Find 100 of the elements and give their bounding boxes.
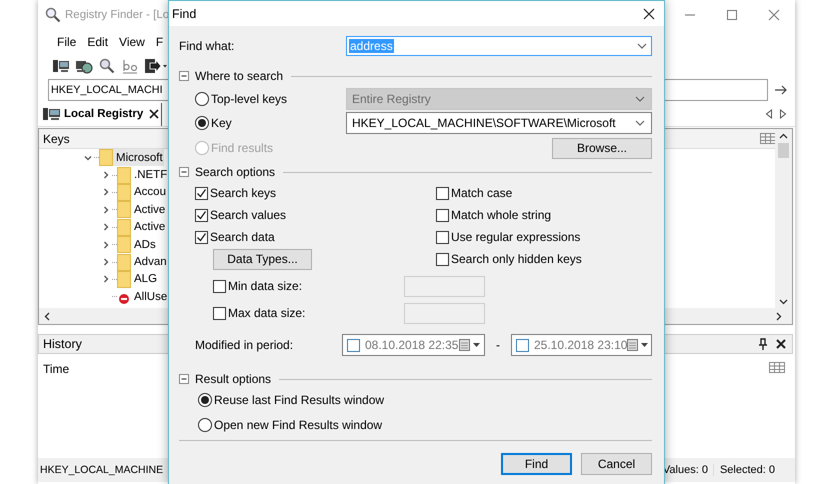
folder-icon — [117, 184, 131, 201]
scrollbar-thumb[interactable] — [778, 143, 789, 158]
tree-item[interactable]: Accou — [117, 184, 167, 201]
computer-icon — [43, 107, 61, 121]
menu-item[interactable]: View — [119, 34, 145, 48]
checkbox-label[interactable]: Search data — [210, 230, 275, 244]
field-label: Modified in period: — [195, 338, 294, 352]
folder-icon — [117, 201, 131, 218]
checkbox[interactable] — [195, 230, 208, 244]
folder-icon — [99, 149, 113, 166]
chevron-left-icon[interactable] — [44, 312, 50, 320]
menu-item[interactable]: F — [156, 34, 164, 48]
browse-button[interactable]: Browse... — [552, 138, 652, 158]
grid-icon[interactable] — [769, 362, 785, 373]
collapse-icon[interactable] — [179, 71, 189, 81]
checkbox[interactable] — [516, 338, 529, 352]
radio-label[interactable]: Top-level keys — [211, 92, 288, 106]
checkbox[interactable] — [213, 280, 226, 292]
folder-icon — [117, 254, 131, 271]
export-icon[interactable] — [144, 58, 168, 74]
checkbox[interactable] — [195, 186, 208, 200]
tree-item[interactable]: Active — [117, 201, 166, 218]
scroll-right-icon[interactable] — [779, 109, 787, 119]
chevron-down-icon[interactable] — [635, 120, 645, 126]
close-icon[interactable] — [149, 109, 160, 119]
panel-title: History — [43, 337, 82, 351]
section-title: Search options — [195, 165, 276, 179]
folder-icon — [117, 218, 131, 236]
tree-item[interactable]: .NETF — [117, 166, 168, 184]
tab[interactable]: Local Registry — [38, 102, 162, 126]
checkbox[interactable] — [436, 208, 449, 222]
radio-button[interactable] — [195, 116, 209, 130]
close-icon[interactable] — [643, 8, 655, 20]
collapse-icon[interactable] — [179, 167, 189, 177]
values-count: Values: 0 — [662, 464, 708, 476]
folder-icon — [117, 270, 131, 288]
search-icon — [45, 7, 61, 23]
date-picker[interactable]: 25.10.2018 23:10 — [511, 334, 652, 356]
arrow-right-icon[interactable] — [774, 84, 788, 96]
tree-item[interactable]: AllUse — [117, 288, 168, 306]
input-field[interactable] — [404, 302, 485, 324]
search-icon[interactable] — [98, 58, 116, 74]
radio-label[interactable]: Key — [211, 116, 232, 130]
tree-item[interactable]: ALG — [117, 270, 158, 288]
maximize-icon[interactable] — [726, 9, 738, 21]
collapse-icon[interactable] — [179, 374, 189, 384]
date-picker[interactable]: 08.10.2018 22:35 — [342, 334, 485, 356]
find-button[interactable]: Find — [501, 453, 572, 475]
selected-count: Selected: 0 — [712, 464, 775, 476]
checkbox-label[interactable]: Min data size: — [228, 279, 404, 293]
section-title: Where to search — [195, 69, 284, 83]
checkbox[interactable] — [213, 306, 226, 320]
checkbox[interactable] — [436, 186, 449, 200]
folder-icon — [117, 166, 131, 184]
computer-icon[interactable] — [52, 58, 70, 74]
dialog-title: Find — [172, 6, 196, 20]
checkbox-label[interactable]: Use regular expressions — [451, 230, 580, 244]
radio-label[interactable]: Reuse last Find Results window — [214, 393, 384, 407]
radio-button[interactable] — [198, 418, 212, 432]
radio-button[interactable] — [198, 393, 212, 407]
key-dropdown[interactable]: HKEY_LOCAL_MACHINE\SOFTWARE\Microsoft — [346, 112, 652, 134]
column-header[interactable]: Time — [43, 362, 70, 376]
checkbox[interactable] — [195, 208, 208, 222]
chevron-down-icon[interactable] — [637, 43, 647, 49]
section-title: Result options — [195, 372, 272, 386]
tree-item[interactable]: Microsoft — [99, 149, 164, 166]
checkbox-label[interactable]: Max data size: — [228, 306, 404, 320]
calendar-icon[interactable] — [459, 339, 481, 351]
folder-icon — [117, 236, 131, 254]
checkbox[interactable] — [436, 230, 449, 244]
checkbox-label[interactable]: Match whole string — [451, 208, 552, 222]
cancel-button[interactable]: Cancel — [581, 453, 652, 475]
pin-icon[interactable] — [758, 338, 768, 350]
tree-item[interactable]: Advan — [117, 254, 168, 271]
checkbox[interactable] — [347, 338, 360, 352]
close-icon[interactable] — [776, 339, 786, 349]
chevron-right-icon[interactable] — [776, 312, 782, 320]
input-field[interactable] — [404, 276, 485, 296]
checkbox-label[interactable]: Match case — [451, 186, 512, 200]
checkbox-label[interactable]: Search values — [210, 208, 286, 222]
field-label: Find what: — [179, 39, 236, 53]
range-separator: - — [495, 338, 501, 352]
checkbox[interactable] — [436, 252, 449, 266]
checkbox-label[interactable]: Search only hidden keys — [451, 252, 582, 266]
chevron-up-icon[interactable] — [779, 133, 788, 139]
tree-item[interactable]: Active — [117, 218, 166, 236]
tree-item[interactable]: ADs — [117, 236, 157, 254]
chevron-down-icon[interactable] — [779, 299, 788, 305]
status-path: HKEY_LOCAL_MACHINE — [40, 464, 164, 476]
column-header[interactable]: Keys — [43, 132, 70, 146]
menu-item[interactable]: File — [57, 34, 76, 48]
replace-icon[interactable] — [121, 58, 139, 74]
calendar-icon[interactable] — [627, 339, 650, 351]
data-types-button[interactable]: Data Types... — [213, 248, 312, 270]
radio-button[interactable] — [195, 92, 209, 106]
scroll-left-icon[interactable] — [765, 109, 773, 119]
radio-label[interactable]: Open new Find Results window — [214, 418, 382, 432]
checkbox-label[interactable]: Search keys — [210, 186, 276, 200]
scrollbar[interactable] — [775, 129, 792, 308]
menu-item[interactable]: Edit — [87, 34, 108, 48]
